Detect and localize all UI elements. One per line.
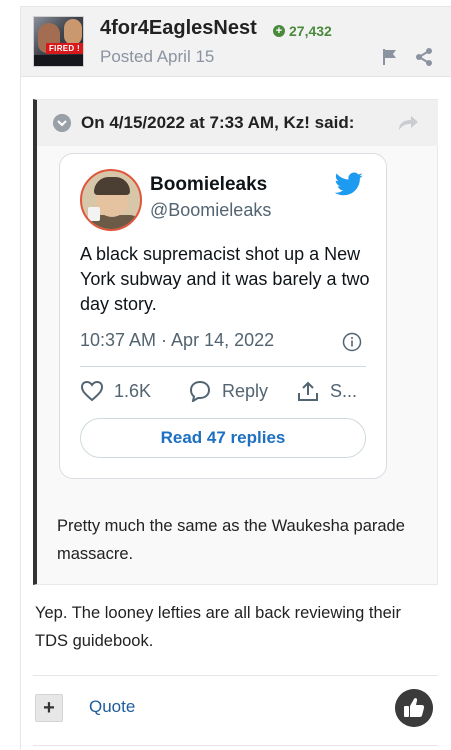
avatar-caption: FIRED ! [46, 43, 83, 54]
reply-label: Reply [222, 380, 269, 401]
tweet-timestamp[interactable]: 10:37 AM · Apr 14, 2022 [80, 330, 274, 351]
forum-post: FIRED ! 4for4EaglesNest + 27,432 Posted … [20, 6, 451, 750]
avatar-suit [34, 55, 83, 66]
tweet-author-handle[interactable]: @Boomieleaks [150, 200, 271, 221]
tweet-text: A black supremacist shot up a New York s… [80, 244, 370, 314]
post-date[interactable]: Posted April 15 [100, 47, 214, 67]
tweet-author-avatar[interactable] [80, 169, 142, 231]
read-replies-button[interactable]: Read 47 replies [80, 418, 366, 458]
quote-block: On 4/15/2022 at 7:33 AM, Kz! said: Boomi… [33, 99, 438, 585]
thumbs-up-icon[interactable] [395, 689, 433, 727]
tweet-like-button[interactable]: 1.6K [80, 380, 151, 402]
avatar-person-right [64, 19, 82, 45]
quote-body-text: Pretty much the same as the Waukesha par… [57, 517, 405, 563]
collapse-chevron-icon[interactable] [53, 114, 71, 132]
bottom-divider [33, 745, 438, 746]
report-flag-icon[interactable] [380, 47, 400, 67]
post-body-text: Yep. The looney lefties are all back rev… [35, 604, 401, 650]
footer-divider [33, 675, 438, 676]
upload-share-icon [298, 381, 318, 401]
avatar-mug [88, 207, 100, 221]
tweet-share-button[interactable]: S... [296, 380, 357, 402]
share-icon[interactable] [414, 47, 434, 67]
tweet-reply-button[interactable]: Reply [188, 380, 268, 402]
tweet-divider [80, 366, 366, 367]
multiquote-button[interactable]: + [35, 694, 63, 722]
reputation-plus-icon: + [273, 25, 285, 37]
post-header: FIRED ! 4for4EaglesNest + 27,432 Posted … [21, 7, 451, 77]
reputation-count: 27,432 [289, 23, 332, 39]
quote-button[interactable]: Quote [89, 697, 135, 717]
author-avatar[interactable]: FIRED ! [33, 16, 84, 67]
reply-bubble-icon [189, 380, 211, 402]
like-count: 1.6K [114, 380, 152, 401]
avatar-helmet [94, 177, 130, 195]
go-to-quoted-post-icon[interactable] [397, 114, 419, 132]
share-label: S... [330, 380, 358, 401]
info-icon[interactable] [342, 332, 362, 352]
author-name[interactable]: 4for4EaglesNest [100, 17, 257, 40]
heart-icon [80, 380, 104, 402]
reputation-badge[interactable]: + 27,432 [273, 23, 332, 39]
quote-citation: On 4/15/2022 at 7:33 AM, Kz! said: [81, 113, 355, 132]
twitter-bird-icon[interactable] [334, 172, 364, 198]
tweet-author-name[interactable]: Boomieleaks [150, 174, 267, 196]
quote-header: On 4/15/2022 at 7:33 AM, Kz! said: [37, 100, 438, 146]
embedded-tweet[interactable]: Boomieleaks @Boomieleaks A black suprema… [59, 153, 387, 479]
